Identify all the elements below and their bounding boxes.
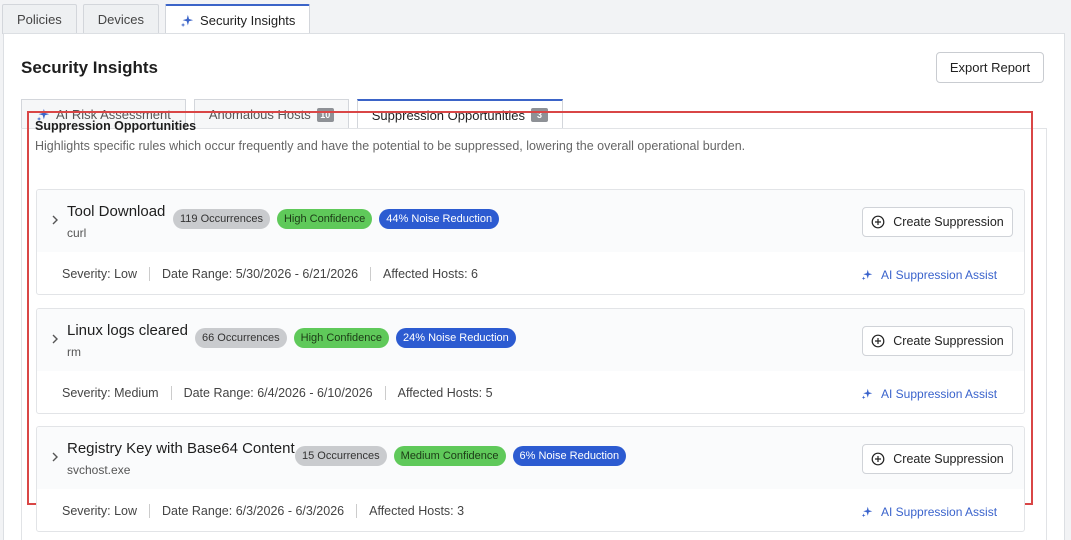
noise-reduction-badge: 44% Noise Reduction xyxy=(379,209,500,229)
divider xyxy=(149,267,151,281)
badge-group: 119 Occurrences High Confidence 44% Nois… xyxy=(173,209,500,229)
card-meta: Severity: Medium Date Range: 6/4/2026 - … xyxy=(62,386,493,400)
export-report-button[interactable]: Export Report xyxy=(936,52,1044,83)
plus-circle-icon xyxy=(871,215,885,229)
section-title: Suppression Opportunities xyxy=(35,119,197,133)
occurrences-badge: 15 Occurrences xyxy=(295,446,387,466)
rule-title: Tool Download xyxy=(67,203,166,220)
chevron-right-icon[interactable] xyxy=(50,333,60,345)
divider xyxy=(170,386,172,400)
tab-devices[interactable]: Devices xyxy=(82,4,160,34)
button-label: Create Suppression xyxy=(893,334,1004,348)
page-title: Security Insights xyxy=(21,58,158,77)
chevron-right-icon[interactable] xyxy=(50,214,60,226)
sparkle-icon xyxy=(861,388,873,400)
affected-hosts-text: Affected Hosts: 5 xyxy=(397,386,493,400)
rule-process: curl xyxy=(67,226,87,240)
noise-reduction-badge: 6% Noise Reduction xyxy=(512,446,627,466)
divider xyxy=(149,504,151,518)
chevron-right-icon[interactable] xyxy=(50,451,60,463)
tab-label: Policies xyxy=(17,12,62,27)
suppression-card: Linux logs cleared rm 66 Occurrences Hig… xyxy=(36,308,1025,414)
rule-process: svchost.exe xyxy=(67,463,131,477)
button-label: Create Suppression xyxy=(893,452,1004,466)
create-suppression-button[interactable]: Create Suppression xyxy=(862,326,1013,356)
confidence-badge: Medium Confidence xyxy=(393,446,506,466)
badge-group: 66 Occurrences High Confidence 24% Noise… xyxy=(195,328,516,348)
tab-security-insights[interactable]: Security Insights xyxy=(165,4,311,35)
affected-hosts-text: Affected Hosts: 3 xyxy=(369,504,465,518)
rule-title: Registry Key with Base64 Content xyxy=(67,440,295,457)
badge-group: 15 Occurrences Medium Confidence 6% Nois… xyxy=(295,446,627,466)
card-meta: Severity: Low Date Range: 6/3/2026 - 6/3… xyxy=(62,504,464,518)
plus-circle-icon xyxy=(871,452,885,466)
confidence-badge: High Confidence xyxy=(276,209,373,229)
top-tab-bar: Policies Devices Security Insights xyxy=(0,0,1071,35)
divider xyxy=(384,386,386,400)
suppression-card: Tool Download curl 119 Occurrences High … xyxy=(36,189,1025,295)
occurrences-badge: 119 Occurrences xyxy=(173,209,270,229)
date-range-text: Date Range: 6/3/2026 - 6/3/2026 xyxy=(162,504,345,518)
date-range-text: Date Range: 5/30/2026 - 6/21/2026 xyxy=(162,267,359,281)
occurrences-badge: 66 Occurrences xyxy=(195,328,287,348)
divider xyxy=(356,504,358,518)
divider xyxy=(370,267,372,281)
ai-suppression-assist-link[interactable]: AI Suppression Assist xyxy=(861,505,997,519)
sparkle-icon xyxy=(861,269,873,281)
date-range-text: Date Range: 6/4/2026 - 6/10/2026 xyxy=(183,386,373,400)
card-meta: Severity: Low Date Range: 5/30/2026 - 6/… xyxy=(62,267,478,281)
rule-process: rm xyxy=(67,345,81,359)
suppression-card: Registry Key with Base64 Content svchost… xyxy=(36,426,1025,532)
tab-policies[interactable]: Policies xyxy=(2,4,77,34)
create-suppression-button[interactable]: Create Suppression xyxy=(862,444,1013,474)
ai-suppression-assist-link[interactable]: AI Suppression Assist xyxy=(861,268,997,282)
severity-text: Severity: Medium xyxy=(62,386,159,400)
severity-text: Severity: Low xyxy=(62,504,138,518)
ai-suppression-assist-link[interactable]: AI Suppression Assist xyxy=(861,387,997,401)
severity-text: Severity: Low xyxy=(62,267,138,281)
link-label: AI Suppression Assist xyxy=(881,505,998,519)
sparkle-icon xyxy=(861,506,873,518)
link-label: AI Suppression Assist xyxy=(881,268,998,282)
confidence-badge: High Confidence xyxy=(293,328,389,348)
create-suppression-button[interactable]: Create Suppression xyxy=(862,207,1013,237)
link-label: AI Suppression Assist xyxy=(881,387,998,401)
tab-label: Devices xyxy=(97,12,145,27)
noise-reduction-badge: 24% Noise Reduction xyxy=(396,328,516,348)
sparkle-icon xyxy=(180,14,194,28)
section-description: Highlights specific rules which occur fr… xyxy=(35,139,746,153)
plus-circle-icon xyxy=(871,334,885,348)
rule-title: Linux logs cleared xyxy=(67,322,188,339)
tab-label: Security Insights xyxy=(200,13,296,28)
affected-hosts-text: Affected Hosts: 6 xyxy=(383,267,478,281)
button-label: Create Suppression xyxy=(893,215,1004,229)
